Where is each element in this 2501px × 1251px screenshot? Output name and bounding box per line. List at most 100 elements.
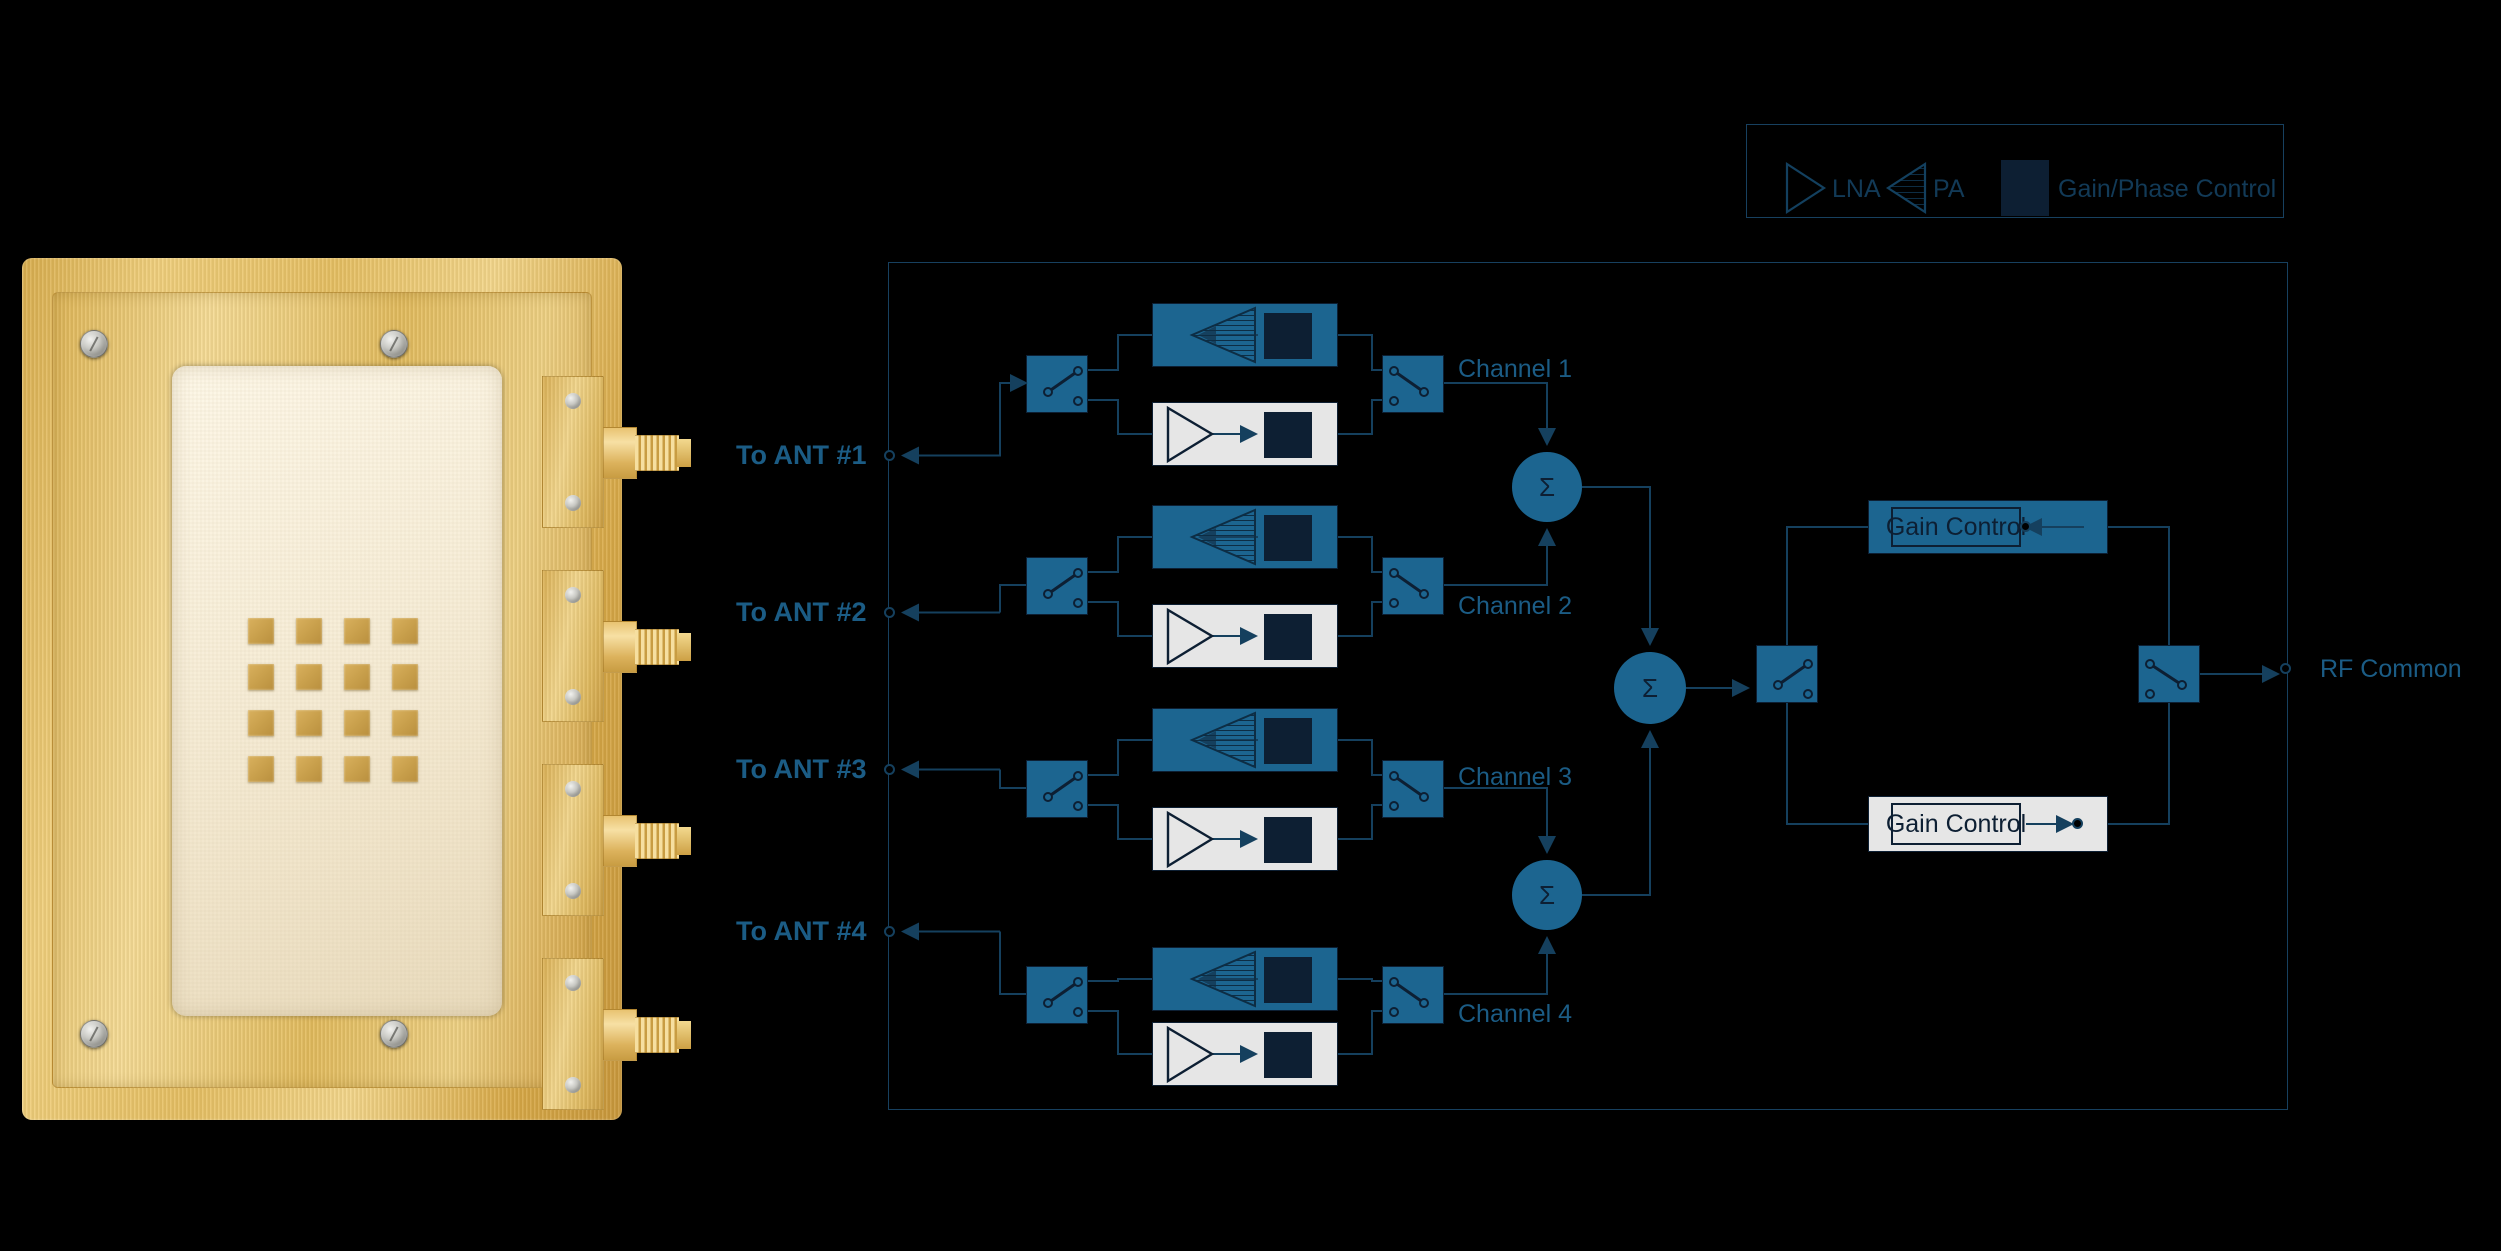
- sma-connector-1: [542, 376, 691, 528]
- lna-block-ch2: [1152, 604, 1338, 668]
- switch-common-dot: [2177, 680, 2187, 690]
- ant-port-2[interactable]: [884, 607, 895, 618]
- block-diagram-frame: [888, 262, 2288, 1110]
- pa-block-ch2: [1152, 505, 1338, 569]
- patch-element: [248, 756, 274, 782]
- gain-control-rx-terminal: [2072, 818, 2083, 829]
- gain-phase-square: [1264, 313, 1312, 359]
- ant-port-4[interactable]: [884, 926, 895, 937]
- pa-block-ch4: [1152, 947, 1338, 1011]
- patch-element: [392, 664, 418, 690]
- sigma-glyph: Σ: [1641, 673, 1659, 703]
- switch-throw-dot-b: [1073, 1007, 1083, 1017]
- switch-throw-dot-a: [1389, 568, 1399, 578]
- lna-block-ch1: [1152, 402, 1338, 466]
- patch-element: [392, 756, 418, 782]
- patch-element: [344, 664, 370, 690]
- patch-element: [296, 618, 322, 644]
- ant-label-2: To ANT #2: [736, 597, 867, 627]
- lna-block-ch3: [1152, 807, 1338, 871]
- ceramic-substrate: [172, 366, 502, 1016]
- patch-element: [344, 618, 370, 644]
- ant-port-1[interactable]: [884, 450, 895, 461]
- patch-element: [392, 618, 418, 644]
- lna-block-ch4: [1152, 1022, 1338, 1086]
- channel-label-2: Channel 2: [1458, 592, 1572, 620]
- gain-phase-square: [1264, 957, 1312, 1003]
- corner-screw-bottom-right: [380, 1020, 408, 1048]
- patch-element: [296, 710, 322, 736]
- channel-label-3: Channel 3: [1458, 763, 1572, 791]
- corner-screw-top-left: [80, 330, 108, 358]
- switch-throw-dot-b: [1073, 396, 1083, 406]
- channel-label-1: Channel 1: [1458, 355, 1572, 383]
- switch-throw-dot-b: [1803, 689, 1813, 699]
- legend-label-gain-phase: Gain/Phase Control: [2058, 175, 2277, 203]
- switch-throw-dot-a: [1073, 366, 1083, 376]
- switch-common-dot: [1419, 792, 1429, 802]
- switch-throw-dot-a: [1389, 771, 1399, 781]
- screenshot-root: LNA PA Gain/Phase Control To ANT #1 To A…: [0, 0, 2501, 1251]
- gain-phase-square: [1264, 515, 1312, 561]
- patch-element: [248, 664, 274, 690]
- corner-screw-bottom-left: [80, 1020, 108, 1048]
- ant-label-1: To ANT #1: [736, 440, 867, 470]
- patch-element: [392, 710, 418, 736]
- switch-throw-dot-b: [1073, 598, 1083, 608]
- switch-common-dot: [1043, 792, 1053, 802]
- gain-phase-square: [1264, 718, 1312, 764]
- switch-throw-dot-a: [1073, 977, 1083, 987]
- patch-antenna-array: [248, 618, 418, 782]
- switch-common-dot: [1419, 998, 1429, 1008]
- patch-element: [296, 664, 322, 690]
- switch-common-dot: [1043, 589, 1053, 599]
- module-photo: [22, 258, 691, 1120]
- sigma-glyph: Σ: [1538, 880, 1556, 910]
- sum-node-ch3-ch4: Σ: [1512, 860, 1582, 930]
- patch-element: [344, 756, 370, 782]
- switch-common-dot: [1043, 998, 1053, 1008]
- pa-block-ch3: [1152, 708, 1338, 772]
- switch-throw-dot-a: [1803, 659, 1813, 669]
- switch-common-dot: [1419, 387, 1429, 397]
- switch-common-dot: [1419, 589, 1429, 599]
- ant-label-4: To ANT #4: [736, 916, 867, 946]
- sma-connector-2: [542, 570, 691, 722]
- sma-connector-4: [542, 958, 691, 1110]
- switch-common-dot: [1043, 387, 1053, 397]
- switch-throw-dot-b: [1389, 1007, 1399, 1017]
- switch-throw-dot-b: [1389, 801, 1399, 811]
- switch-throw-dot-a: [1389, 977, 1399, 987]
- gain-phase-square: [1264, 614, 1312, 660]
- patch-element: [296, 756, 322, 782]
- switch-throw-dot-a: [1389, 366, 1399, 376]
- sum-node-ch1-ch2: Σ: [1512, 452, 1582, 522]
- switch-throw-dot-b: [1389, 598, 1399, 608]
- rf-common-label: RF Common: [2320, 655, 2462, 683]
- patch-element: [248, 710, 274, 736]
- sum-node-final: Σ: [1614, 652, 1686, 724]
- gain-control-tx-block: Gain Control: [1868, 500, 2108, 554]
- gain-phase-square: [1264, 412, 1312, 458]
- corner-screw-top-right: [380, 330, 408, 358]
- switch-throw-dot-a: [1073, 771, 1083, 781]
- gain-control-tx-label: Gain Control: [1886, 507, 2026, 547]
- legend-label-lna: LNA: [1832, 175, 1881, 203]
- switch-common-dot: [1773, 680, 1783, 690]
- legend-label-pa: PA: [1933, 175, 1965, 203]
- switch-throw-dot-a: [2145, 659, 2155, 669]
- gain-control-rx-label: Gain Control: [1886, 803, 2026, 845]
- channel-label-4: Channel 4: [1458, 1000, 1572, 1028]
- dark-square-icon: [2001, 160, 2049, 216]
- rf-common-port[interactable]: [2280, 663, 2291, 674]
- sma-connector-3: [542, 764, 691, 916]
- ant-port-3[interactable]: [884, 764, 895, 775]
- switch-throw-dot-b: [1389, 396, 1399, 406]
- patch-element: [344, 710, 370, 736]
- pa-block-ch1: [1152, 303, 1338, 367]
- ant-label-3: To ANT #3: [736, 754, 867, 784]
- gain-control-tx-terminal: [2020, 521, 2031, 532]
- gain-phase-square: [1264, 817, 1312, 863]
- switch-throw-dot-a: [1073, 568, 1083, 578]
- switch-throw-dot-b: [1073, 801, 1083, 811]
